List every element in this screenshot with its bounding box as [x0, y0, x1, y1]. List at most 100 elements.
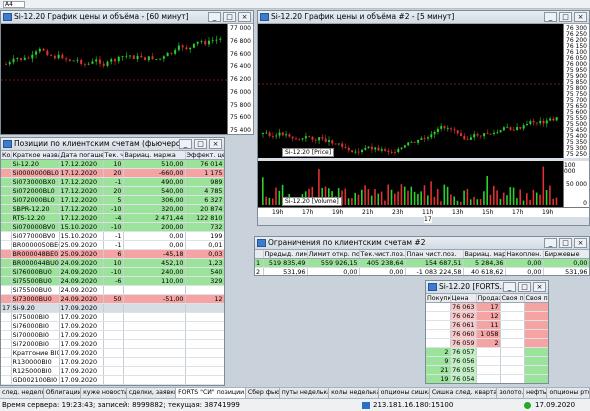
limits-window[interactable]: Ограничения по клиентским счетам #2 _ □ × … [254, 236, 590, 276]
table-row[interactable]: Si072000BL0 17.12.2020 20 540,00 4 785 [1, 186, 224, 197]
volume-chart[interactable]: 100 000 50 000 0 Si-12.20 [Volume] [258, 161, 589, 207]
table-row[interactable]: 1 519 835,49 559 926,15 405 238,64 154 687,5… [255, 258, 589, 269]
quote-row[interactable]: 19 76 054 [426, 374, 548, 383]
table-row[interactable]: R130000BI0 17.09.2020 [1, 357, 224, 368]
col-header[interactable]: Накоплен. доход [505, 250, 544, 260]
minimize-button[interactable]: _ [503, 282, 516, 292]
minimize-button[interactable]: _ [208, 12, 221, 22]
col-header[interactable]: Покупка [426, 294, 451, 304]
minimize-button[interactable]: _ [544, 12, 557, 22]
window-title[interactable]: Ограничения по клиентским счетам #2 _ □ × [255, 237, 589, 250]
table-row[interactable]: Si72000BI0 17.09.2020 [1, 339, 224, 350]
quote-row[interactable]: 9 76 056 [426, 356, 548, 367]
quote-row[interactable]: 76 059 2 [426, 338, 548, 349]
chart-window-5min[interactable]: Si-12.20 График цены и объёма #2 - [5 ми… [257, 10, 590, 226]
table-row[interactable]: Si072000BL0 17.12.2020 5 306,00 6 327 [1, 195, 224, 206]
close-button[interactable]: × [574, 12, 587, 22]
maximize-button[interactable]: □ [223, 12, 236, 22]
table-row[interactable]: BR0000050BE0 25.09.2020 -1 0,00 0,01 [1, 240, 224, 251]
col-header[interactable]: Код [1, 151, 12, 161]
table-row[interactable]: RTS-12.20 17.12.2020 -4 2 471,44 122 810 [1, 213, 224, 224]
taskbar-tab[interactable]: опционы сишка [379, 388, 430, 398]
table-row[interactable]: Si73000BU0 24.09.2020 50 -51,00 12 [1, 294, 224, 305]
table-row[interactable]: Si073000BX0 17.12.2020 -1 490,00 989 [1, 177, 224, 188]
table-row[interactable]: Si75500BU0 24.09.2020 -6 110,00 329 [1, 276, 224, 287]
table-row[interactable]: Si-12.20 17.12.2020 10 510,00 76 014 [1, 159, 224, 170]
toolbar-combo[interactable]: А4 [3, 1, 25, 8]
window-title[interactable]: Si-12.20 [FORTS... _ □ × [426, 281, 548, 294]
taskbar-tab[interactable]: опционы ртс [547, 388, 590, 398]
table-row[interactable]: Si070000BV0 15.10.2020 -10 200,00 732 [1, 222, 224, 233]
col-header[interactable]: Биржевые [543, 250, 589, 260]
maximize-button[interactable]: □ [559, 238, 572, 248]
close-button[interactable]: × [533, 282, 546, 292]
col-header[interactable]: Своя пр. [524, 294, 548, 304]
table-row[interactable]: 17 Si-9.20 17.09.2020 [1, 303, 224, 314]
table-row[interactable]: Si75000BI0 17.09.2020 [1, 312, 224, 323]
taskbar-tab[interactable]: Сишка след. квартал [430, 388, 498, 398]
quote-row[interactable]: 76 060 1 058 [426, 329, 548, 340]
col-header[interactable]: Вариац. маржа [463, 250, 506, 260]
quote-row[interactable]: 2 76 057 [426, 347, 548, 358]
table-row[interactable]: BR000044BU0 24.09.2020 10 452,10 1,23 [1, 258, 224, 269]
table-row[interactable]: Кратгоние BI0 17.09.2020 [1, 348, 224, 359]
quotes-window[interactable]: Si-12.20 [FORTS... _□× ПокупкаЦенаПродаж… [425, 280, 549, 384]
table-row[interactable]: Si0000000BL0 17.12.2020 20 -660,00 1 175 [1, 168, 224, 179]
quote-row[interactable]: 76 063 17 [426, 302, 548, 313]
close-button[interactable]: × [574, 238, 587, 248]
table-row[interactable]: Si70000BI0 17.09.2020 [1, 330, 224, 341]
col-header[interactable]: Своя пок. [500, 294, 525, 304]
close-button[interactable]: × [209, 139, 222, 149]
price-chart-5min[interactable]: 76 300 76 250 76 200 76 150 76 100 76 050 76 0… [258, 24, 589, 158]
volume-bar [268, 197, 271, 205]
taskbar-tab[interactable]: FORTS "СИ" позиции... [176, 388, 246, 398]
table-row[interactable]: 2 531,96 0,00 0,00 -1 083 224,58 40 618,62 0,0… [255, 267, 589, 275]
table-row[interactable]: Si76000BU0 24.09.2020 -10 240,00 540 [1, 267, 224, 278]
col-header[interactable]: Цена [450, 294, 477, 304]
quote-row[interactable]: 76 061 11 [426, 320, 548, 331]
col-header[interactable]: Предыд. лимит [263, 250, 308, 260]
table-row[interactable]: Si76000BI0 17.09.2020 [1, 321, 224, 332]
taskbar-tab[interactable]: колы неделька [329, 388, 379, 398]
table-row[interactable]: GD001950BI017.09.2020 [1, 384, 224, 385]
maximize-button[interactable]: □ [559, 12, 572, 22]
taskbar-tab[interactable]: след. неделя [0, 388, 44, 398]
quote-row[interactable]: 76 062 12 [426, 311, 548, 322]
minimize-button[interactable]: _ [544, 238, 557, 248]
taskbar-tab[interactable]: золото. [497, 388, 525, 398]
window-title[interactable]: Si-12.20 График цены и объёма - [60 мину… [1, 11, 253, 24]
candle-body [370, 146, 373, 150]
taskbar-tab[interactable]: сделки, заявки [127, 388, 177, 398]
col-header[interactable] [255, 250, 264, 260]
table-row[interactable]: R125000BI0 17.09.2020 [1, 366, 224, 377]
maximize-button[interactable]: □ [518, 282, 531, 292]
table-row[interactable]: Si077000BV0 15.10.2020 -1 0,00 199 [1, 231, 224, 242]
quote-row[interactable]: 21 76 055 [426, 365, 548, 376]
window-title[interactable]: Позиции по клиентским счетам (фьючерсы) … [1, 138, 224, 151]
taskbar-tab[interactable]: нефть [524, 388, 548, 398]
col-header[interactable]: Эффект. цена [185, 151, 224, 161]
taskbar-tab[interactable]: куже новости [81, 388, 127, 398]
col-header[interactable]: Краткое название [11, 151, 60, 161]
table-row[interactable]: GD002100BI0 17.09.2020 [1, 375, 224, 385]
price-chart-60min[interactable]: 77 000 76 800 76 600 76 400 76 200 76 000 75 8… [1, 24, 253, 134]
col-header[interactable]: Дата погашения [59, 151, 104, 161]
chart-window-60min[interactable]: Si-12.20 График цены и объёма - [60 мину… [0, 10, 254, 135]
col-header[interactable]: Тек.чист.поз. [359, 250, 406, 260]
table-row[interactable]: BR000048BE0 25.09.2020 6 -45,18 0,03 [1, 249, 224, 260]
col-header[interactable]: Лимит откр. поз. [307, 250, 360, 260]
close-button[interactable]: × [238, 12, 251, 22]
taskbar-tab[interactable]: Сбер фью [246, 388, 280, 398]
col-header[interactable]: Вариац. маржа [123, 151, 186, 161]
col-header[interactable]: Тек. чист. поз. [103, 151, 124, 161]
table-row[interactable]: SBPR-12.20 17.12.2020 -10 320,00 20 874 [1, 204, 224, 215]
minimize-button[interactable]: _ [179, 139, 192, 149]
col-header[interactable]: План чист.поз. [405, 250, 464, 260]
taskbar-tab[interactable]: Облигации [44, 388, 82, 398]
col-header[interactable]: Продажа [476, 294, 501, 304]
window-title[interactable]: Si-12.20 График цены и объёма #2 - [5 ми… [258, 11, 589, 24]
taskbar-tab[interactable]: путы неделька [280, 388, 330, 398]
positions-window[interactable]: Позиции по клиентским счетам (фьючерсы) … [0, 137, 225, 386]
maximize-button[interactable]: □ [194, 139, 207, 149]
table-row[interactable]: Si75500BU0 24.09.2020 [1, 285, 224, 296]
